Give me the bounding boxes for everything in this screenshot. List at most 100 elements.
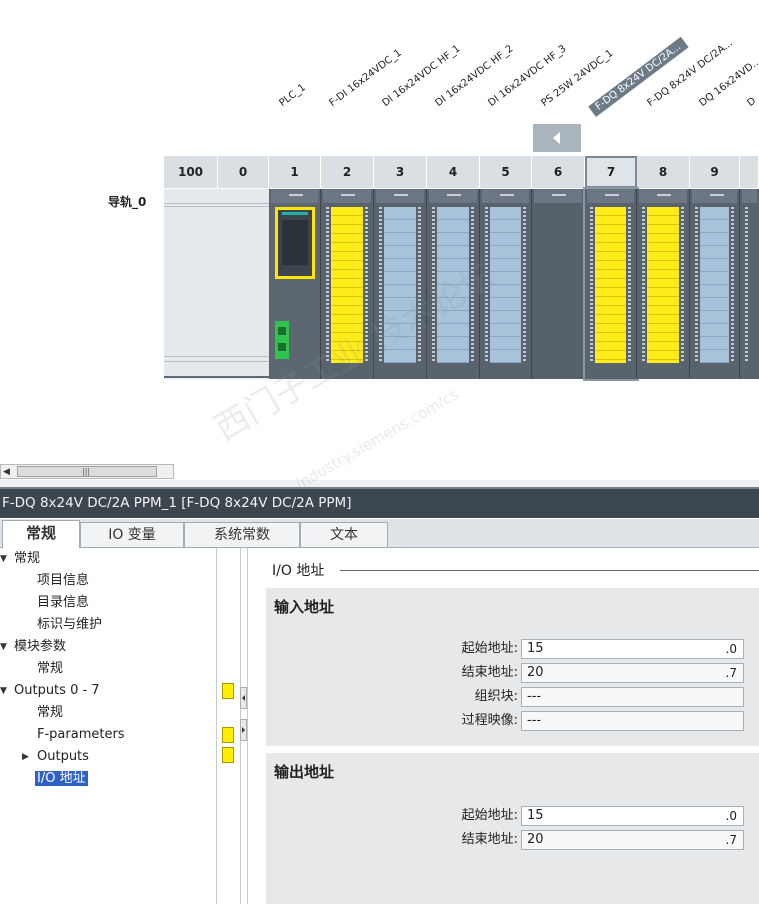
tree-item-label: 目录信息 [37, 595, 90, 610]
module-di-1[interactable] [374, 189, 427, 379]
channel-strip [700, 207, 729, 363]
terminal-strip [418, 207, 421, 363]
module-head [271, 189, 318, 203]
output-start-row: 起始地址: 15 .0 [266, 805, 759, 827]
module-label-fdq-selected[interactable]: F-DQ 8x24V DC/2A... [588, 36, 689, 117]
expand-down-icon[interactable]: ▼ [0, 680, 14, 702]
expand-tree-icon[interactable] [240, 719, 247, 741]
module-head [639, 189, 687, 203]
module-di-2[interactable] [427, 189, 480, 379]
tree-item-outputs-general[interactable]: 常规 [0, 702, 63, 724]
panel-splitter[interactable] [0, 480, 759, 489]
rail-label: 导轨_0 [108, 195, 147, 209]
rail-slot-100[interactable] [164, 189, 219, 379]
slot-number-100: 100 [164, 156, 218, 188]
tree-item-outputs-0-7[interactable]: ▼ Outputs 0 - 7 [0, 680, 100, 702]
module-fdq-selected[interactable] [583, 187, 639, 381]
module-head [429, 189, 477, 203]
slot-number-1: 1 [269, 156, 321, 188]
tree-item-module-parameters[interactable]: ▼ 模块参数 [0, 636, 66, 658]
plc-module[interactable] [269, 189, 321, 379]
input-end-label: 结束地址: [461, 665, 518, 680]
module-ps[interactable] [532, 189, 585, 379]
terminal-strip [642, 207, 645, 363]
plc-screen [282, 220, 308, 265]
terminal-strip [379, 207, 382, 363]
module-head [534, 189, 582, 203]
module-fdi[interactable] [321, 189, 374, 379]
organization-block-field: --- [521, 687, 744, 707]
expand-right-icon[interactable]: ▶ [22, 746, 36, 768]
tab-io-tags[interactable]: IO 变量 [80, 522, 184, 547]
module-label-fdq-2[interactable]: F-DQ 8x24V DC/2A... [645, 38, 734, 109]
collapse-labels-button[interactable] [533, 124, 581, 152]
output-end-address-field: 20 .7 [521, 830, 744, 850]
content-area: I/O 地址 输入地址 起始地址: 15 .0 结束地址: 20 .7 组织块: [247, 548, 759, 904]
scroll-left-icon[interactable]: ◀ [3, 467, 10, 477]
output-start-address-field[interactable]: 15 .0 [521, 806, 744, 826]
slot-number-10 [740, 156, 759, 188]
module-partial[interactable] [740, 189, 759, 379]
channel-strip [490, 207, 521, 363]
organization-block-label: 组织块: [474, 689, 518, 704]
tab-texts[interactable]: 文本 [300, 522, 388, 547]
slot-number-5: 5 [480, 156, 532, 188]
navigation-tree: ▼ 常规 项目信息 目录信息 标识与维护 ▼ 模块参数 常规 ▼ Outputs… [0, 548, 247, 904]
tree-item-general[interactable]: ▼ 常规 [0, 548, 40, 570]
safety-indicator-icon [222, 727, 234, 743]
channel-strip [595, 207, 626, 363]
tree-item-label: 常规 [37, 705, 64, 720]
rail-divider [164, 361, 269, 362]
input-end-row: 结束地址: 20 .7 [266, 662, 759, 684]
slot-number-9: 9 [690, 156, 740, 188]
terminal-strip [432, 207, 435, 363]
module-fdq-2[interactable] [637, 189, 690, 379]
collapse-tree-icon[interactable] [240, 687, 247, 709]
tab-system-constants[interactable]: 系统常数 [184, 522, 300, 547]
tree-item-outputs[interactable]: ▶ Outputs [0, 746, 89, 768]
channel-strip [331, 207, 363, 363]
output-start-value: 15 [527, 808, 544, 823]
output-end-label: 结束地址: [461, 832, 518, 847]
device-view: PLC_1 F-DI 16x24VDC_1 DI 16x24VDC HF_1 D… [0, 0, 759, 440]
siemens-logo-icon [282, 212, 308, 215]
expand-down-icon[interactable]: ▼ [0, 548, 14, 570]
tree-item-catalog-info[interactable]: 目录信息 [0, 592, 89, 614]
rail-divider [164, 203, 269, 204]
channel-strip [647, 207, 679, 363]
section-rule [340, 570, 759, 571]
input-address-section: 输入地址 起始地址: 15 .0 结束地址: 20 .7 组织块: --- 过程… [266, 588, 759, 746]
module-label-plc[interactable]: PLC_1 [277, 82, 308, 109]
tab-bar: 常规 IO 变量 系统常数 文本 [0, 519, 759, 548]
tree-item-label-selected: I/O 地址 [35, 771, 88, 786]
tree-item-identification[interactable]: 标识与维护 [0, 614, 102, 636]
module-head [376, 189, 424, 203]
module-label-partial[interactable]: D [745, 96, 758, 109]
tab-general[interactable]: 常规 [2, 520, 80, 548]
output-end-row: 结束地址: 20 .7 [266, 829, 759, 851]
rail-slot-0[interactable] [218, 189, 270, 379]
module-dq[interactable] [690, 189, 740, 379]
output-address-section: 输出地址 起始地址: 15 .0 结束地址: 20 .7 [266, 753, 759, 904]
expand-down-icon[interactable]: ▼ [0, 636, 14, 658]
scrollbar-thumb[interactable]: ||| [17, 466, 157, 477]
plc-display-frame [275, 207, 315, 279]
module-head [742, 189, 757, 203]
tree-item-f-parameters[interactable]: F-parameters [0, 724, 125, 746]
module-head [692, 189, 737, 203]
tree-item-module-general[interactable]: 常规 [0, 658, 63, 680]
input-start-label: 起始地址: [461, 641, 518, 656]
terminal-strip [365, 207, 368, 363]
tree-item-label: 项目信息 [37, 573, 90, 588]
terminal-strip [485, 207, 488, 363]
tree-item-project-info[interactable]: 项目信息 [0, 570, 89, 592]
input-start-address-field[interactable]: 15 .0 [521, 639, 744, 659]
module-di-3[interactable] [480, 189, 532, 379]
input-end-value: 20 [527, 665, 544, 680]
horizontal-scrollbar[interactable]: ◀ ||| [0, 464, 174, 479]
tree-item-io-addresses[interactable]: I/O 地址 [0, 768, 88, 790]
slot-number-8: 8 [637, 156, 690, 188]
tree-item-label: Outputs 0 - 7 [14, 683, 100, 698]
process-image-field: --- [521, 711, 744, 731]
terminal-strip [471, 207, 474, 363]
